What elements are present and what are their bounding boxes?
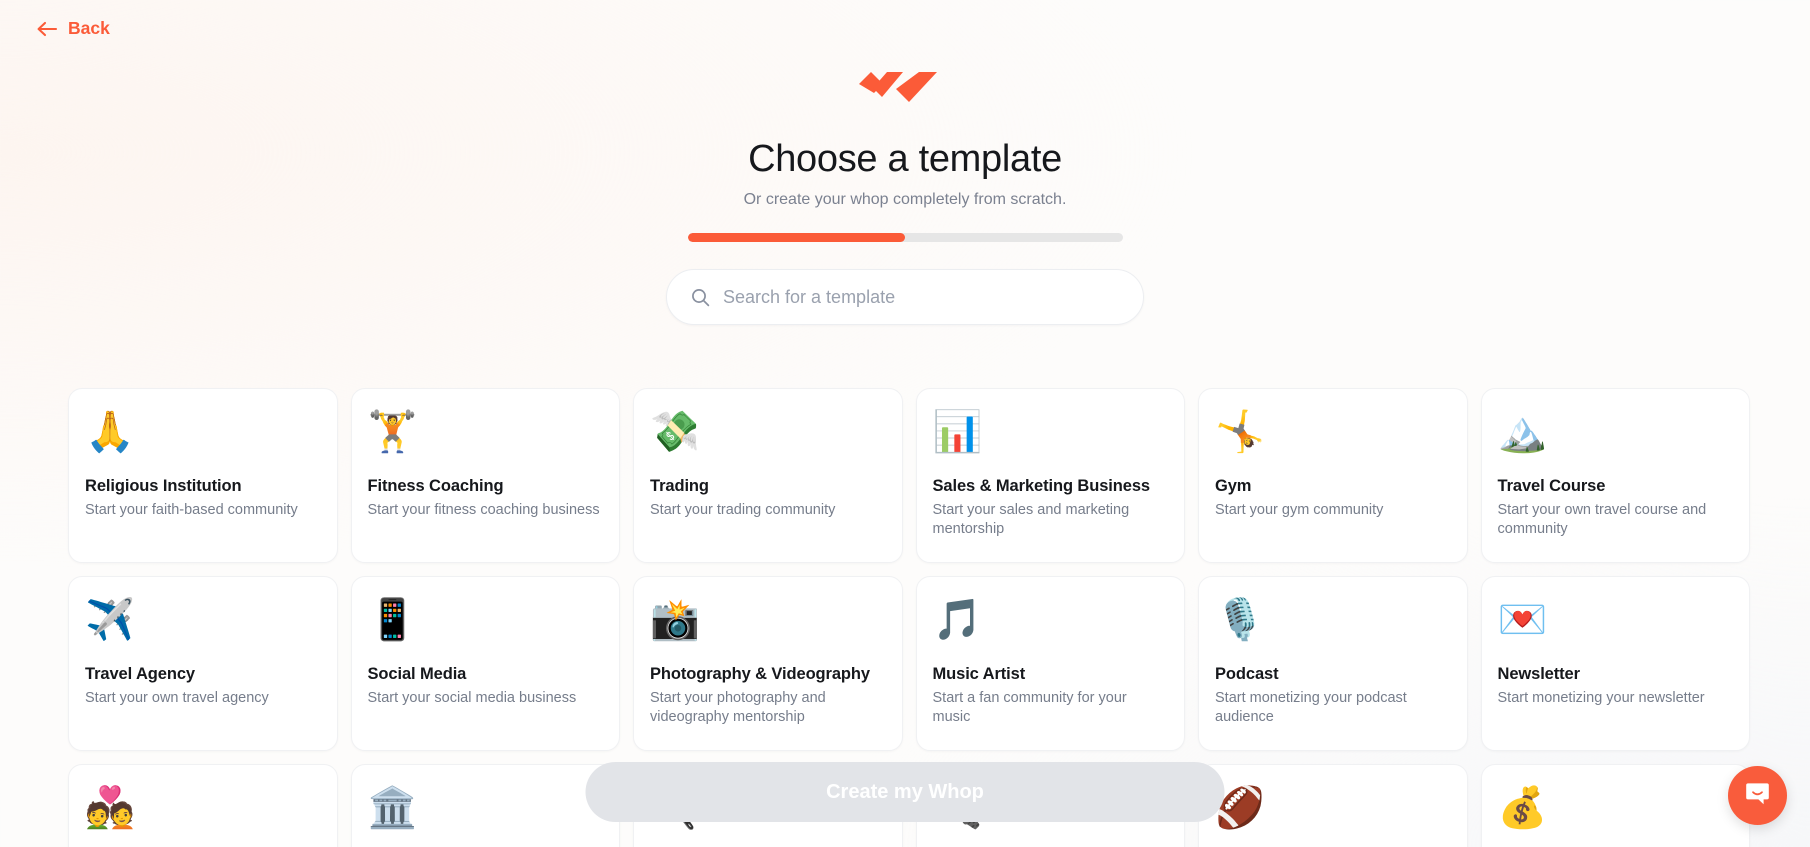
- template-card-description: Start your fitness coaching business: [367, 502, 600, 518]
- template-card-title: Podcast: [1215, 665, 1279, 683]
- create-whop-button[interactable]: Create my Whop: [585, 762, 1225, 822]
- template-card-description: Start your own travel agency: [85, 690, 269, 706]
- template-card-description: Start monetizing your podcast audience: [1215, 690, 1407, 726]
- template-card[interactable]: 📱 Social Media Start your social media bus…: [350, 576, 620, 751]
- template-card[interactable]: 📸 Photography & Videography Start your pho…: [633, 576, 903, 751]
- template-card-description: Start monetizing your newsletter: [1497, 690, 1705, 706]
- template-card-description: Start your faith-based community: [85, 502, 298, 518]
- snow-mountain-emoji: 🏔️: [1497, 409, 1548, 455]
- template-card-title: Travel Agency: [85, 665, 195, 683]
- progress-bar: [687, 233, 1123, 242]
- money-with-wings-emoji: 💸: [650, 409, 700, 455]
- template-card-title: Music Artist: [932, 665, 1026, 683]
- template-card-title: Social Media: [367, 665, 467, 683]
- money-bag-emoji: 💰: [1497, 785, 1548, 831]
- template-card-title: Gym: [1215, 477, 1252, 495]
- classical-building-emoji: 🏛️: [367, 785, 418, 831]
- template-card[interactable]: 💸 Trading Start your trading community: [633, 388, 903, 563]
- template-card-description: Start your trading community: [650, 502, 836, 518]
- template-card-title: Photography & Videography: [650, 665, 870, 683]
- airplane-emoji: ✈️: [85, 597, 135, 643]
- bar-chart-emoji: 📊: [932, 409, 983, 455]
- template-card[interactable]: 📊 Sales & Marketing Business Start your sa…: [915, 388, 1185, 563]
- template-card[interactable]: 🎵 Music Artist Start a fan community for y…: [915, 576, 1185, 751]
- template-card-description: Start a fan community for your music: [932, 690, 1127, 726]
- template-card[interactable]: 💑: [68, 764, 338, 847]
- template-card-description: Start your social media business: [367, 690, 577, 706]
- template-card[interactable]: 💰: [1480, 764, 1750, 847]
- template-card-title: Sales & Marketing Business: [932, 477, 1151, 495]
- progress-bar-fill: [687, 233, 905, 242]
- musical-note-emoji: 🎵: [932, 597, 983, 643]
- template-card[interactable]: ✈️ Travel Agency Start your own travel age…: [68, 576, 338, 751]
- mobile-phone-emoji: 📱: [367, 597, 418, 643]
- search-input[interactable]: [723, 286, 1119, 308]
- camera-flash-emoji: 📸: [650, 597, 700, 643]
- template-card[interactable]: 🎙️ Podcast Start monetizing your podcast a…: [1198, 576, 1468, 751]
- template-card-description: Start your gym community: [1215, 502, 1384, 518]
- search-box[interactable]: [666, 269, 1144, 325]
- template-card-title: Fitness Coaching: [367, 477, 504, 495]
- template-card-title: Religious Institution: [85, 477, 242, 495]
- page-subtitle: Or create your whop completely from scra…: [743, 191, 1067, 208]
- template-card-description: Start your own travel course and communi…: [1497, 502, 1707, 538]
- template-card-title: Travel Course: [1497, 477, 1606, 495]
- page-title: Choose a template: [748, 138, 1062, 180]
- whop-logo: [857, 62, 954, 108]
- template-card-title: Trading: [650, 477, 709, 495]
- template-card[interactable]: 🙏 Religious Institution Start your faith-b…: [68, 388, 338, 563]
- template-card[interactable]: 🏛️: [350, 764, 620, 847]
- chat-bubble-icon: [1744, 780, 1771, 812]
- love-letter-emoji: 💌: [1497, 597, 1548, 643]
- couple-with-heart-emoji: 💑: [85, 785, 135, 831]
- studio-microphone-emoji: 🎙️: [1215, 597, 1265, 643]
- cartwheeling-emoji: 🤸: [1215, 409, 1265, 455]
- page-header: Choose a template Or create your whop co…: [0, 0, 1810, 325]
- template-card-description: Start your photography and videography m…: [650, 690, 826, 726]
- search-icon: [691, 288, 710, 307]
- folded-hands-emoji: 🙏: [85, 409, 135, 455]
- template-card-description: Start your sales and marketing mentorshi…: [932, 502, 1130, 538]
- template-card[interactable]: 🏋️ Fitness Coaching Start your fitness coa…: [350, 388, 620, 563]
- template-card[interactable]: 🏈: [1198, 764, 1468, 847]
- template-card-title: Newsletter: [1497, 665, 1581, 683]
- template-card[interactable]: 🤸 Gym Start your gym community: [1198, 388, 1468, 563]
- weightlifter-emoji: 🏋️: [367, 409, 418, 455]
- template-card[interactable]: 🏔️ Travel Course Start your own travel cou…: [1480, 388, 1750, 563]
- football-emoji: 🏈: [1215, 785, 1265, 831]
- chat-launcher-button[interactable]: [1728, 766, 1787, 825]
- template-card[interactable]: 💌 Newsletter Start monetizing your newslet…: [1480, 576, 1750, 751]
